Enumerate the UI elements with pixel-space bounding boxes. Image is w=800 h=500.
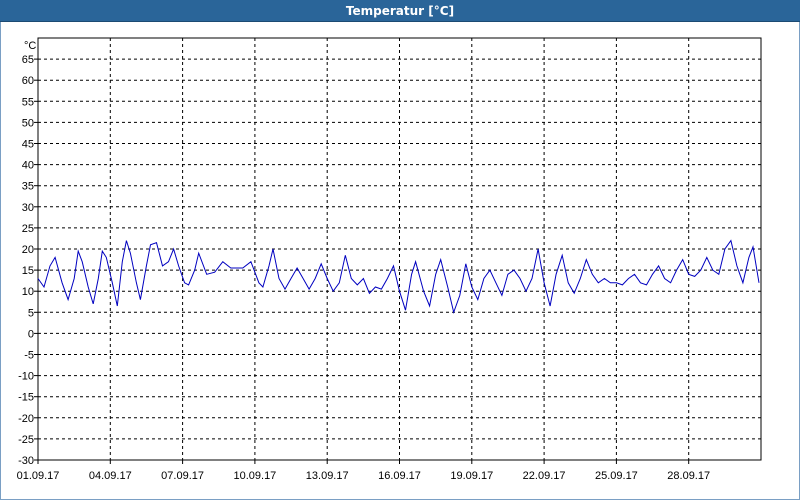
- y-tick-label: -30: [18, 455, 34, 467]
- y-tick-label: 20: [22, 244, 34, 256]
- y-tick-label: 35: [22, 181, 34, 193]
- y-tick-label: 25: [22, 223, 34, 235]
- y-tick-label: 40: [22, 160, 34, 172]
- grid-lines: [38, 38, 761, 460]
- x-tick-label: 19.09.17: [450, 470, 493, 482]
- y-tick-label: 0: [28, 328, 34, 340]
- y-tick-label: 60: [22, 75, 34, 87]
- y-tick-label: -20: [18, 413, 34, 425]
- x-tick-label: 25.09.17: [595, 470, 638, 482]
- x-tick-label: 10.09.17: [233, 470, 276, 482]
- x-tick-label: 13.09.17: [306, 470, 349, 482]
- x-tick-label: 22.09.17: [523, 470, 566, 482]
- y-tick-label: -10: [18, 371, 34, 383]
- y-tick-label: 5: [28, 307, 34, 319]
- y-tick-label: 15: [22, 265, 34, 277]
- y-tick-label: -15: [18, 392, 34, 404]
- y-tick-label: 30: [22, 202, 34, 214]
- y-tick-label: -5: [24, 350, 34, 362]
- temperature-chart: 65605550454035302520151050-5-10-15-20-25…: [17, 37, 762, 482]
- y-tick-label: 65: [22, 54, 34, 66]
- y-tick-label: 55: [22, 96, 34, 108]
- x-tick-label: 01.09.17: [17, 470, 60, 482]
- y-tick-label: 45: [22, 139, 34, 151]
- x-tick-label: 07.09.17: [161, 470, 204, 482]
- x-axis: 01.09.17 04.09.17 07.09.17 10.09.17 13.09.17…: [17, 460, 710, 482]
- y-axis-unit-label: °C: [24, 40, 36, 52]
- y-axis: 65605550454035302520151050-5-10-15-20-25…: [18, 54, 38, 467]
- y-tick-label: 50: [22, 117, 34, 129]
- x-tick-label: 04.09.17: [89, 470, 132, 482]
- y-tick-label: -25: [18, 434, 34, 446]
- y-tick-label: 10: [22, 286, 34, 298]
- x-tick-label: 16.09.17: [378, 470, 421, 482]
- x-tick-label: 28.09.17: [667, 470, 710, 482]
